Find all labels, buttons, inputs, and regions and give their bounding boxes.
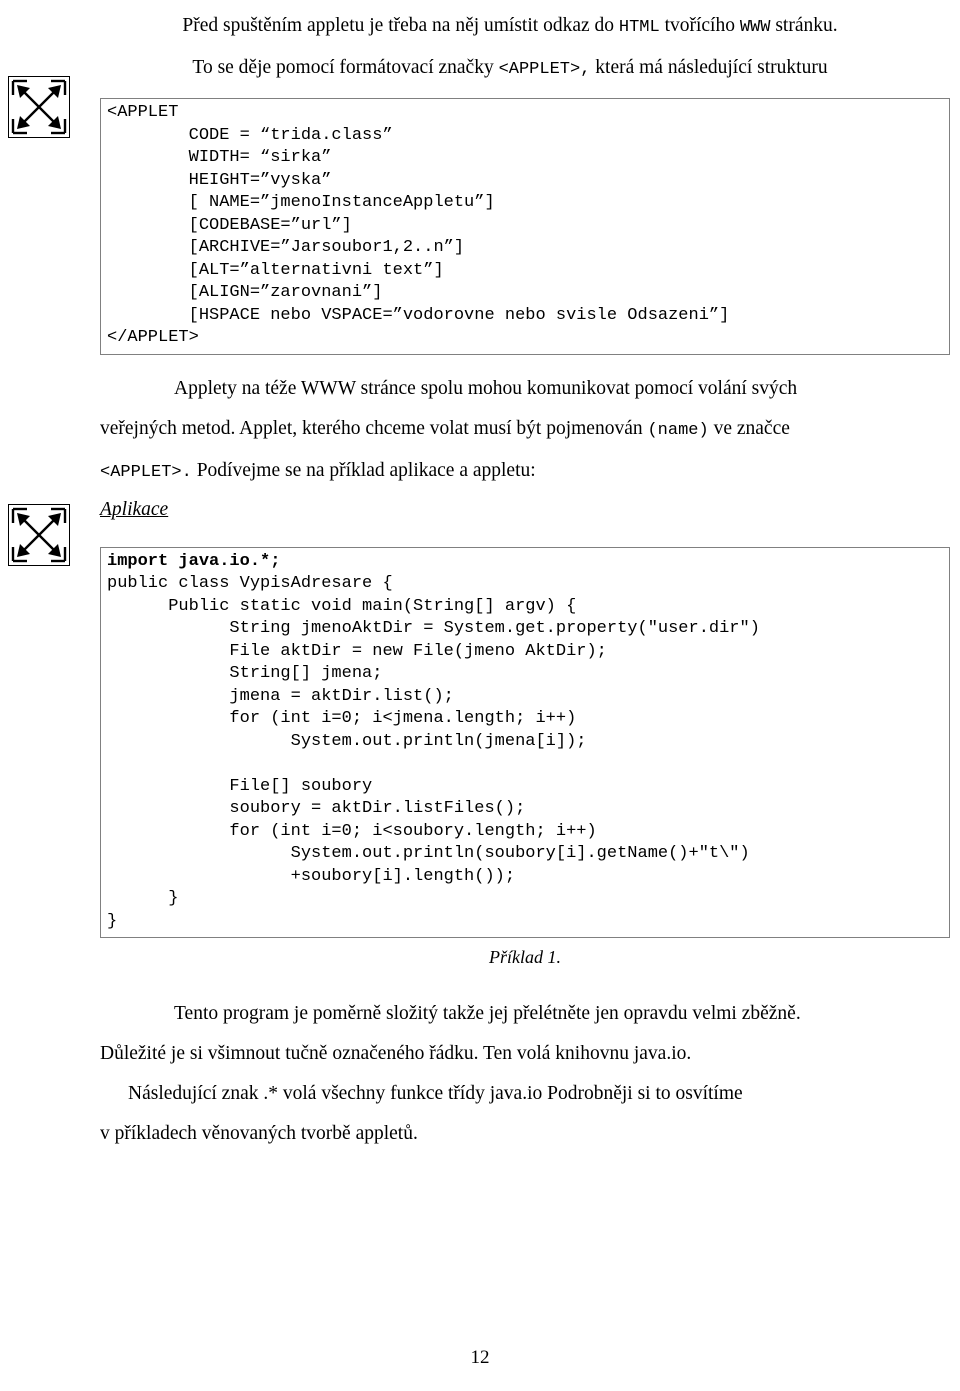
intro-line-1-mono-www: WWW	[739, 18, 771, 37]
middle-paragraph-line-3: <APPLET>. Podívejme se na příklad aplika…	[100, 451, 950, 493]
intro-line-2-mono-applet: <APPLET>,	[498, 60, 591, 79]
closing-line-3: Následující znak .* volá všechny funkce …	[128, 1083, 743, 1104]
middle-p1-text: Applety na téže WWW stránce spolu mohou …	[174, 377, 798, 399]
intro-line-1: Před spuštěním appletu je třeba na něj u…	[100, 6, 920, 48]
middle-p3-text: Podívejme se na příklad aplikace a apple…	[191, 459, 536, 481]
middle-p2-mono-name: (name)	[647, 420, 709, 440]
example-caption: Příklad 1.	[489, 947, 561, 967]
document-page: Před spuštěním appletu je třeba na něj u…	[0, 0, 960, 1391]
intro-line-1-mono-html: HTML	[618, 18, 660, 37]
java-code-import-line: import java.io.*;	[107, 551, 281, 571]
page-content: Před spuštěním appletu je třeba na něj u…	[100, 0, 960, 1154]
closing-line-1: Tento program je poměrně složitý takže j…	[174, 1003, 801, 1024]
middle-paragraph-line-1: Applety na téže WWW stránce spolu mohou …	[100, 369, 950, 409]
intro-line-1-text-a: Před spuštěním appletu je třeba na něj u…	[182, 15, 619, 36]
intro-line-1-text-c: stránku.	[770, 15, 838, 36]
java-code-body: public class VypisAdresare { Public stat…	[107, 574, 760, 931]
closing-line-2: Důležité je si všimnout tučně označeného…	[100, 1043, 692, 1064]
closing-line-4: v příkladech věnovaných tvorbě appletů.	[100, 1123, 418, 1144]
java-code-block: import java.io.*; public class VypisAdre…	[100, 546, 950, 938]
applet-tag-code-block: <APPLET CODE = “trida.class” WIDTH= “sir…	[100, 98, 950, 355]
intro-line-2: To se děje pomocí formátovací značky <AP…	[100, 48, 920, 90]
middle-p3-mono-applet: <APPLET>.	[100, 462, 192, 482]
intro-line-1-text-b: tvořícího	[659, 15, 740, 36]
intro-line-2-text-b: která má následující strukturu	[590, 57, 828, 78]
page-number: 12	[470, 1347, 490, 1368]
middle-paragraph-line-2: veřejných metod. Applet, kterého chceme …	[100, 409, 950, 451]
section-title-aplikace: Aplikace	[100, 498, 169, 520]
middle-p2-text-a: veřejných metod. Applet, kterého chceme …	[100, 417, 648, 439]
expand-arrows-icon-1	[8, 76, 70, 138]
expand-arrows-icon-2	[8, 504, 70, 566]
intro-line-2-text-a: To se děje pomocí formátovací značky	[192, 57, 499, 78]
middle-p2-text-b: ve značce	[708, 417, 790, 439]
